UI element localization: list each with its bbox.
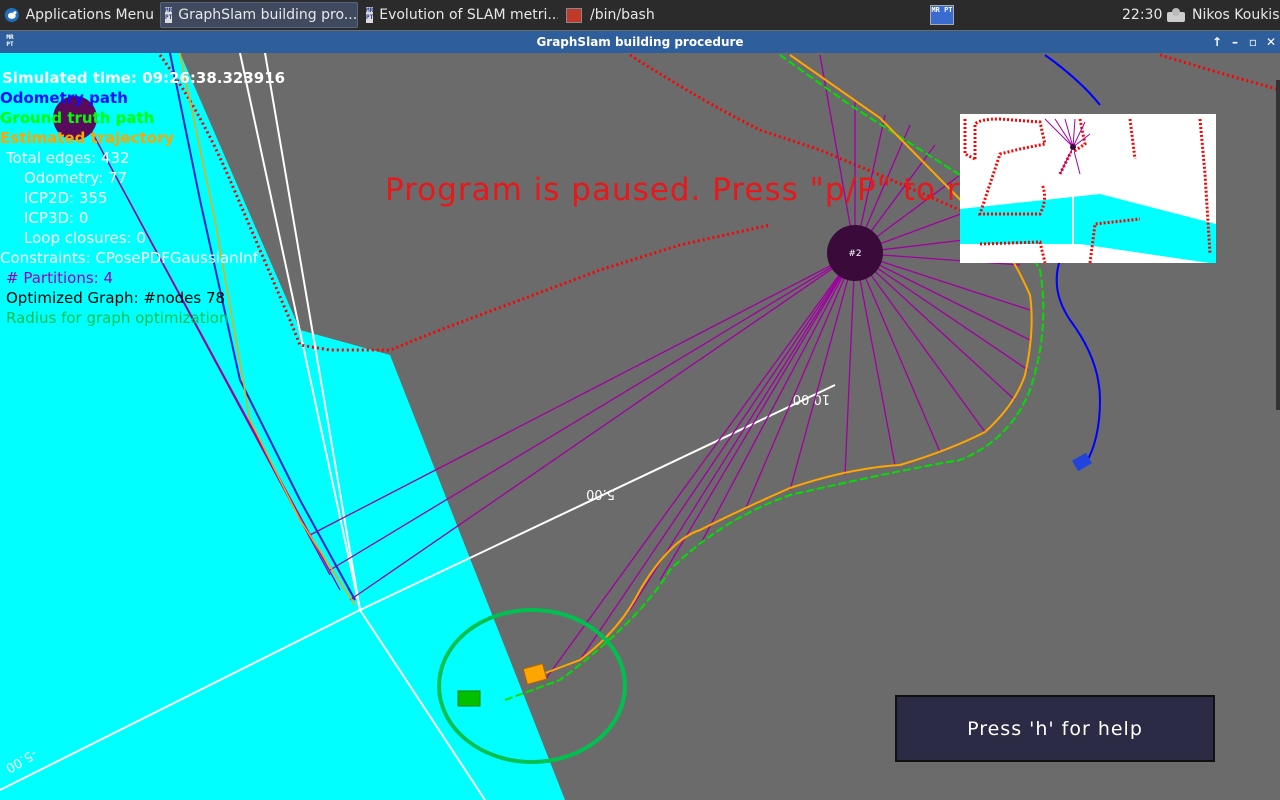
clock-label: 22:30 bbox=[1122, 7, 1162, 23]
legend-estimated: Estimated trajectory bbox=[0, 129, 175, 147]
taskbar-window-label: Evolution of SLAM metri... bbox=[379, 7, 558, 23]
terminal-icon bbox=[566, 7, 582, 23]
taskbar-window-label: GraphSlam building pro... bbox=[178, 7, 358, 23]
constraints-text: Constraints: CPosePDFGaussianInf bbox=[0, 249, 258, 267]
loop-closures-text: Loop closures: 0 bbox=[24, 229, 146, 247]
minimap-scan bbox=[960, 114, 1216, 263]
taskbar-window-label: /bin/bash bbox=[590, 7, 655, 23]
taskbar-window-bash[interactable]: /bin/bash bbox=[562, 2, 682, 28]
user-icon bbox=[1167, 8, 1185, 22]
icp3d-count-text: ICP3D: 0 bbox=[24, 209, 89, 227]
window-titlebar[interactable]: MR PT GraphSlam building procedure ↑ – ▫… bbox=[0, 31, 1280, 53]
tray-mrpt-icon[interactable]: MR PT bbox=[930, 2, 960, 28]
taskbar-window-evolution[interactable]: MR PT Evolution of SLAM metri... bbox=[362, 2, 558, 28]
partitions-text: # Partitions: 4 bbox=[6, 269, 114, 287]
legend-odometry: Odometry path bbox=[0, 89, 128, 107]
axis-label: 5.00 bbox=[586, 486, 615, 501]
mrpt-app-icon: MR PT bbox=[165, 7, 173, 23]
user-menu[interactable]: Nikos Koukis bbox=[1165, 2, 1280, 28]
window-title: GraphSlam building procedure bbox=[536, 35, 744, 49]
taskbar-window-graphslam[interactable]: MR PT GraphSlam building pro... bbox=[160, 2, 358, 28]
minimap-viewport bbox=[960, 114, 1216, 263]
optimized-graph-text: Optimized Graph: #nodes 78 bbox=[6, 289, 226, 307]
odometry-count-text: Odometry: 77 bbox=[24, 169, 128, 187]
total-edges-text: Total edges: 432 bbox=[6, 149, 130, 167]
xfce-mouse-icon bbox=[4, 7, 19, 23]
axis-label: 10.00 bbox=[793, 391, 830, 406]
taskbar: Applications Menu MR PT GraphSlam buildin… bbox=[0, 0, 1280, 30]
help-hint-box: Press 'h' for help bbox=[895, 695, 1215, 762]
viewport-scrollbar[interactable] bbox=[1276, 80, 1280, 410]
icp2d-count-text: ICP2D: 355 bbox=[24, 189, 108, 207]
ground-truth-robot bbox=[457, 690, 481, 707]
sim-time-text: Simulated time: 09:26:38.323916 bbox=[2, 69, 286, 87]
mrpt-app-icon: MR PT bbox=[366, 7, 374, 23]
window-minimize-icon[interactable]: – bbox=[1227, 34, 1243, 50]
clock[interactable]: 22:30 bbox=[1122, 2, 1162, 28]
window-maximize-icon[interactable]: ▫ bbox=[1245, 34, 1261, 50]
tray-mrpt-label: MR PT bbox=[930, 5, 954, 25]
applications-menu-button[interactable]: Applications Menu bbox=[4, 2, 154, 28]
applications-menu-label: Applications Menu bbox=[25, 7, 154, 23]
window-shade-icon[interactable]: ↑ bbox=[1209, 34, 1225, 50]
user-name: Nikos Koukis bbox=[1192, 7, 1280, 23]
radius-legend-text: Radius for graph optimization bbox=[6, 309, 229, 327]
legend-ground-truth: Ground truth path bbox=[0, 109, 155, 127]
help-hint-text: Press 'h' for help bbox=[967, 717, 1143, 740]
graph-node-label: #2 bbox=[848, 249, 861, 259]
window-close-icon[interactable]: ✕ bbox=[1263, 34, 1279, 50]
